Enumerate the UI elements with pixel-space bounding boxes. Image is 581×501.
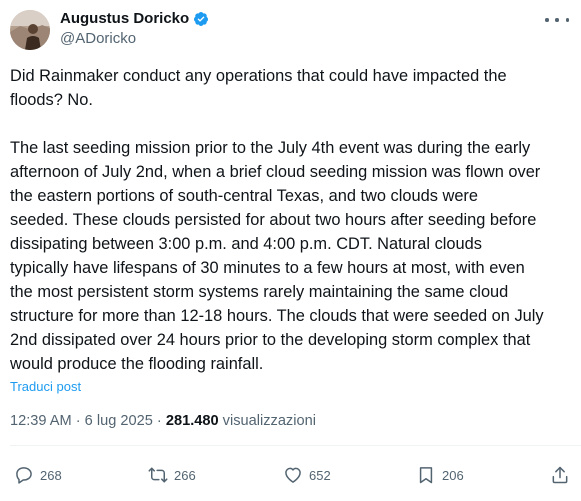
meta-separator: · [156,413,162,429]
translate-post-link[interactable]: Traduci post [10,379,81,394]
share-icon [552,466,568,484]
tweet-meta: 12:39 AM · 6 lug 2025 · 281.480 visualiz… [10,413,316,429]
reply-icon [16,467,32,484]
bookmark-button[interactable]: 206 [416,460,464,490]
meta-separator: · [75,413,81,429]
reply-count: 268 [40,467,62,483]
verified-badge-icon [194,11,209,26]
tweet-paragraph: The last seeding mission prior to the Ju… [10,139,544,373]
avatar[interactable] [10,10,50,50]
reply-button[interactable]: 268 [14,460,62,490]
views-count: 281.480 [165,413,219,429]
tweet-text: Did Rainmaker conduct any operations tha… [10,64,574,376]
like-button[interactable]: 652 [283,460,331,490]
action-bar: 268 266 652 206 [10,460,574,490]
repost-icon [148,467,168,483]
views-label: visualizzazioni [222,413,316,429]
tweet-header: Augustus Doricko @ADoricko [10,8,571,52]
bookmark-count: 206 [442,467,464,483]
repost-button[interactable]: 266 [148,460,196,490]
name-row: Augustus Doricko [60,10,209,27]
post-time[interactable]: 12:39 AM [10,413,72,429]
more-options-icon[interactable] [545,12,569,28]
repost-count: 266 [174,467,196,483]
like-count: 652 [309,467,331,483]
share-button[interactable] [550,460,570,490]
tweet-paragraph: Did Rainmaker conduct any operations tha… [10,67,507,109]
bookmark-icon [419,467,433,484]
author-handle[interactable]: @ADoricko [60,30,136,47]
divider [10,445,581,446]
like-icon [285,467,301,483]
post-date[interactable]: 6 lug 2025 [85,413,153,429]
display-name[interactable]: Augustus Doricko [60,10,189,27]
